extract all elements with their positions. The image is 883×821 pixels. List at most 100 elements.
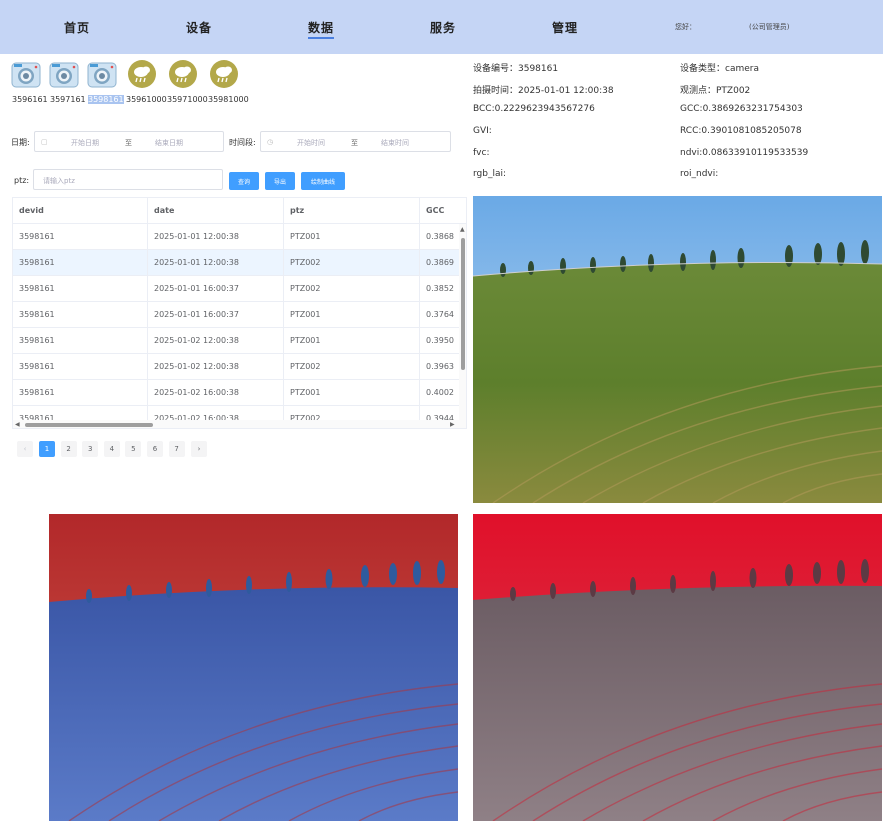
end-date-placeholder: 结束日期 xyxy=(155,139,183,147)
device-label[interactable]: 3596161 xyxy=(12,95,48,104)
top-nav: 首页 设备 数据 服务 管理 您好： (公司管理员) xyxy=(0,0,883,54)
device-label-selected[interactable]: 3598161 xyxy=(88,95,124,104)
nav-item-devices[interactable]: 设备 xyxy=(186,19,212,36)
false-color-blue-image[interactable] xyxy=(49,514,458,821)
table-cell-devid: 3598161 xyxy=(13,328,148,354)
info-device-no: 设备编号：3598161 xyxy=(473,64,559,74)
info-capture-time: 拍摄时间：2025-01-01 12:00:38 xyxy=(473,86,614,96)
scroll-right-arrow[interactable]: ▶ xyxy=(450,421,455,428)
device-35981000[interactable] xyxy=(209,59,243,89)
page-button-4[interactable]: 4 xyxy=(103,441,120,457)
nav-item-home[interactable]: 首页 xyxy=(64,19,90,36)
table-cell-ptz: PTZ001 xyxy=(284,302,420,328)
scroll-thumb[interactable] xyxy=(25,423,153,427)
device-35961000[interactable] xyxy=(127,59,161,89)
start-time-placeholder: 开始时间 xyxy=(297,139,325,147)
scroll-left-arrow[interactable]: ◀ xyxy=(15,421,20,428)
table-row[interactable]: 3598161 2025-01-01 16:00:37 PTZ001 0.3764 xyxy=(13,302,466,328)
table-row[interactable]: 3598161 2025-01-02 12:00:38 PTZ002 0.3963 xyxy=(13,354,466,380)
table-header: devid date ptz GCC xyxy=(13,198,466,224)
table-cell-date: 2025-01-02 16:00:38 xyxy=(148,380,284,406)
table-row[interactable]: 3598161 2025-01-01 12:00:38 PTZ002 0.3869 xyxy=(13,250,466,276)
page-button-5[interactable]: 5 xyxy=(125,441,142,457)
date-range-picker[interactable]: ▢ 开始日期 至 结束日期 xyxy=(34,131,224,152)
scroll-thumb[interactable] xyxy=(461,238,465,370)
device-3597161[interactable] xyxy=(49,59,83,89)
end-time-placeholder: 结束时间 xyxy=(381,139,409,147)
table-cell-date: 2025-01-01 16:00:37 xyxy=(148,302,284,328)
column-header-gcc[interactable]: GCC xyxy=(420,198,466,224)
nav-item-manage[interactable]: 管理 xyxy=(552,19,578,36)
range-separator: 至 xyxy=(351,139,358,147)
data-table: devid date ptz GCC 3598161 2025-01-01 12:… xyxy=(12,197,467,429)
page-button-6[interactable]: 6 xyxy=(147,441,163,457)
false-color-red-image[interactable] xyxy=(473,514,882,821)
table-cell-ptz: PTZ001 xyxy=(284,224,420,250)
table-cell-devid: 3598161 xyxy=(13,250,148,276)
table-cell-date: 2025-01-02 12:00:38 xyxy=(148,328,284,354)
table-cell-ptz: PTZ002 xyxy=(284,250,420,276)
page-button-1[interactable]: 1 xyxy=(39,441,55,457)
user-greeting: 您好： xyxy=(675,23,696,31)
table-row[interactable]: 3598161 2025-01-01 16:00:37 PTZ002 0.3852 xyxy=(13,276,466,302)
table-cell-devid: 3598161 xyxy=(13,302,148,328)
table-cell-date: 2025-01-01 16:00:37 xyxy=(148,276,284,302)
camera-icon xyxy=(87,62,117,88)
weather-station-icon xyxy=(169,60,197,88)
table-cell-date: 2025-01-02 12:00:38 xyxy=(148,354,284,380)
camera-icon xyxy=(11,62,41,88)
export-button[interactable]: 导出 xyxy=(265,172,295,190)
rgb-field-image[interactable] xyxy=(473,196,882,503)
camera-icon xyxy=(49,62,79,88)
nav-item-data[interactable]: 数据 xyxy=(308,19,335,39)
table-row[interactable]: 3598161 2025-01-02 12:00:38 PTZ001 0.3950 xyxy=(13,328,466,354)
user-role[interactable]: (公司管理员) xyxy=(749,22,789,32)
nav-item-services[interactable]: 服务 xyxy=(430,19,456,36)
table-cell-devid: 3598161 xyxy=(13,354,148,380)
info-ndvi: ndvi:0.08633910119533539 xyxy=(680,148,809,158)
table-cell-ptz: PTZ001 xyxy=(284,328,420,354)
info-gvi: GVI: xyxy=(473,126,492,136)
device-label[interactable]: 35971000 xyxy=(167,95,208,104)
info-observation-point: 观测点：PTZ002 xyxy=(680,86,751,96)
device-label[interactable]: 35961000 xyxy=(126,95,167,104)
prev-page-button[interactable]: ‹ xyxy=(17,441,33,457)
table-row[interactable]: 3598161 2025-01-02 16:00:38 PTZ001 0.4002 xyxy=(13,380,466,406)
column-header-devid[interactable]: devid xyxy=(13,198,148,224)
device-label[interactable]: 35981000 xyxy=(208,95,249,104)
info-device-type: 设备类型：camera xyxy=(680,64,759,74)
ptz-placeholder: 请输入ptz xyxy=(43,177,75,185)
device-3598161[interactable] xyxy=(87,59,121,89)
draw-curve-button[interactable]: 绘制曲线 xyxy=(301,172,345,190)
device-3596161[interactable] xyxy=(11,59,45,89)
info-bcc: BCC:0.2229623943567276 xyxy=(473,104,595,114)
weather-station-icon xyxy=(210,60,238,88)
info-roi-ndvi: roi_ndvi: xyxy=(680,169,719,179)
page-button-3[interactable]: 3 xyxy=(82,441,99,457)
table-cell-ptz: PTZ002 xyxy=(284,354,420,380)
weather-station-icon xyxy=(128,60,156,88)
table-cell-ptz: PTZ001 xyxy=(284,380,420,406)
table-cell-date: 2025-01-01 12:00:38 xyxy=(148,250,284,276)
start-date-placeholder: 开始日期 xyxy=(71,139,99,147)
next-page-button[interactable]: › xyxy=(191,441,207,457)
table-cell-devid: 3598161 xyxy=(13,224,148,250)
horizontal-scrollbar[interactable]: ◀ ▶ xyxy=(13,420,466,428)
column-header-date[interactable]: date xyxy=(148,198,284,224)
scroll-up-arrow[interactable]: ▲ xyxy=(460,226,465,233)
info-gcc: GCC:0.3869263231754303 xyxy=(680,104,803,114)
table-cell-devid: 3598161 xyxy=(13,380,148,406)
page-button-2[interactable]: 2 xyxy=(60,441,77,457)
device-35971000[interactable] xyxy=(168,59,202,89)
page-button-7[interactable]: 7 xyxy=(168,441,185,457)
query-button[interactable]: 查询 xyxy=(229,172,259,190)
device-label[interactable]: 3597161 xyxy=(50,95,86,104)
table-row[interactable]: 3598161 2025-01-01 12:00:38 PTZ001 0.3868 xyxy=(13,224,466,250)
time-range-picker[interactable]: ◷ 开始时间 至 结束时间 xyxy=(260,131,451,152)
column-header-ptz[interactable]: ptz xyxy=(284,198,420,224)
vertical-scrollbar[interactable]: ▲ xyxy=(459,224,466,424)
table-cell-date: 2025-01-01 12:00:38 xyxy=(148,224,284,250)
table-cell-ptz: PTZ002 xyxy=(284,276,420,302)
ptz-input[interactable]: 请输入ptz xyxy=(33,169,223,190)
table-cell-devid: 3598161 xyxy=(13,276,148,302)
